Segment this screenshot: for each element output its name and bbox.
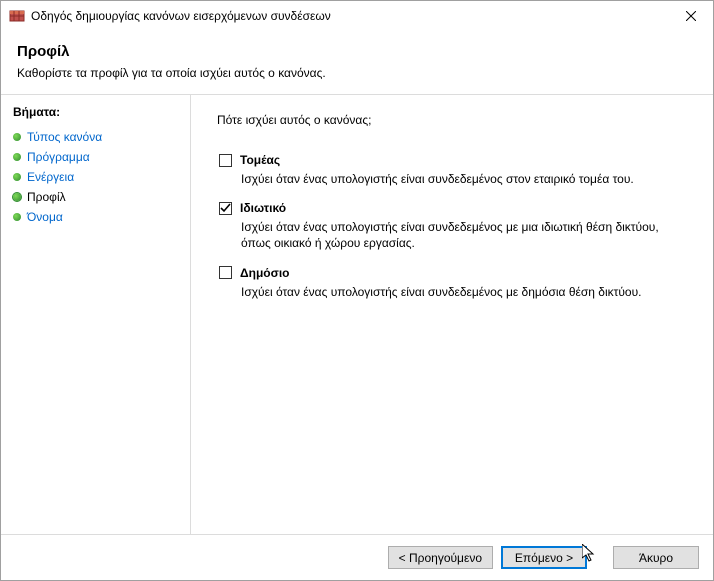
option-domain: Τομέας Ισχύει όταν ένας υπολογιστής είνα… xyxy=(217,153,687,187)
step-action[interactable]: Ενέργεια xyxy=(11,167,180,187)
window-title: Οδηγός δημιουργίας κανόνων εισερχόμενων … xyxy=(31,9,669,23)
steps-heading: Βήματα: xyxy=(13,105,180,119)
option-description: Ισχύει όταν ένας υπολογιστής είναι συνδε… xyxy=(241,171,671,187)
step-bullet-icon xyxy=(13,153,21,161)
close-icon xyxy=(686,11,696,21)
step-bullet-icon xyxy=(13,213,21,221)
option-label[interactable]: Ιδιωτικό xyxy=(240,201,286,215)
steps-list: Τύπος κανόνα Πρόγραμμα Ενέργεια Προφίλ Ό… xyxy=(11,127,180,227)
option-public: Δημόσιο Ισχύει όταν ένας υπολογιστής είν… xyxy=(217,266,687,300)
checkmark-icon xyxy=(220,203,231,214)
back-button[interactable]: < Προηγούμενο xyxy=(388,546,493,569)
option-label[interactable]: Δημόσιο xyxy=(240,266,290,280)
option-private: Ιδιωτικό Ισχύει όταν ένας υπολογιστής εί… xyxy=(217,201,687,251)
next-button[interactable]: Επόμενο > xyxy=(501,546,587,569)
step-bullet-icon xyxy=(13,173,21,181)
checkbox-domain[interactable] xyxy=(219,154,232,167)
step-bullet-icon xyxy=(13,193,21,201)
step-program[interactable]: Πρόγραμμα xyxy=(11,147,180,167)
wizard-window: Οδηγός δημιουργίας κανόνων εισερχόμενων … xyxy=(0,0,714,581)
checkbox-private[interactable] xyxy=(219,202,232,215)
option-description: Ισχύει όταν ένας υπολογιστής είναι συνδε… xyxy=(241,284,671,300)
steps-sidebar: Βήματα: Τύπος κανόνα Πρόγραμμα Ενέργεια … xyxy=(1,95,191,534)
wizard-footer: < Προηγούμενο Επόμενο > Άκυρο xyxy=(1,534,713,580)
step-link[interactable]: Τύπος κανόνα xyxy=(27,130,102,144)
step-label: Προφίλ xyxy=(27,190,66,204)
close-button[interactable] xyxy=(669,1,713,31)
checkbox-public[interactable] xyxy=(219,266,232,279)
page-title: Προφίλ xyxy=(17,43,697,60)
step-profile: Προφίλ xyxy=(11,187,180,207)
option-description: Ισχύει όταν ένας υπολογιστής είναι συνδε… xyxy=(241,219,671,251)
step-bullet-icon xyxy=(13,133,21,141)
step-link[interactable]: Ενέργεια xyxy=(27,170,74,184)
wizard-content: Πότε ισχύει αυτός ο κανόνας; Τομέας Ισχύ… xyxy=(191,95,713,534)
wizard-body: Βήματα: Τύπος κανόνα Πρόγραμμα Ενέργεια … xyxy=(1,95,713,534)
wizard-header: Προφίλ Καθορίστε τα προφίλ για τα οποία … xyxy=(1,31,713,94)
page-subtitle: Καθορίστε τα προφίλ για τα οποία ισχύει … xyxy=(17,66,697,80)
step-link[interactable]: Πρόγραμμα xyxy=(27,150,90,164)
option-label[interactable]: Τομέας xyxy=(240,153,280,167)
step-link[interactable]: Όνομα xyxy=(27,210,63,224)
firewall-icon xyxy=(9,8,25,24)
cancel-button[interactable]: Άκυρο xyxy=(613,546,699,569)
step-rule-type[interactable]: Τύπος κανόνα xyxy=(11,127,180,147)
step-name[interactable]: Όνομα xyxy=(11,207,180,227)
content-prompt: Πότε ισχύει αυτός ο κανόνας; xyxy=(217,113,687,127)
titlebar: Οδηγός δημιουργίας κανόνων εισερχόμενων … xyxy=(1,1,713,31)
